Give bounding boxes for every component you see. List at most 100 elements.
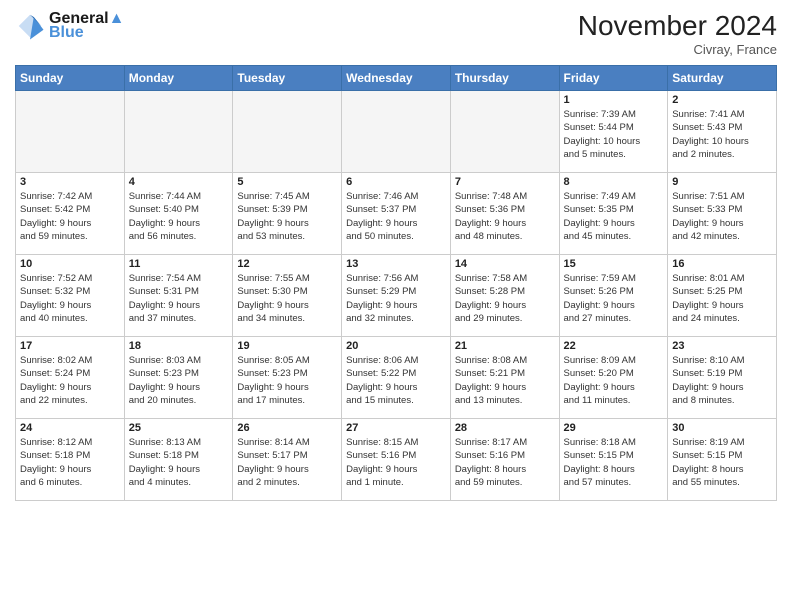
location: Civray, France	[578, 42, 777, 57]
day-number: 16	[672, 258, 772, 270]
calendar-cell: 28 Sunrise: 8:17 AMSunset: 5:16 PMDayligh…	[450, 419, 559, 501]
day-info: Sunrise: 7:46 AMSunset: 5:37 PMDaylight:…	[346, 190, 446, 243]
day-info: Sunrise: 7:51 AMSunset: 5:33 PMDaylight:…	[672, 190, 772, 243]
calendar-cell	[450, 91, 559, 173]
calendar-cell: 22 Sunrise: 8:09 AMSunset: 5:20 PMDayligh…	[559, 337, 668, 419]
day-info: Sunrise: 7:42 AMSunset: 5:42 PMDaylight:…	[20, 190, 120, 243]
day-number: 17	[20, 340, 120, 352]
day-number: 22	[564, 340, 664, 352]
day-info: Sunrise: 7:39 AMSunset: 5:44 PMDaylight:…	[564, 108, 664, 161]
day-info: Sunrise: 8:19 AMSunset: 5:15 PMDaylight:…	[672, 436, 772, 489]
day-info: Sunrise: 8:17 AMSunset: 5:16 PMDaylight:…	[455, 436, 555, 489]
calendar-cell: 3Sunrise: 7:42 AMSunset: 5:42 PMDaylight…	[16, 173, 125, 255]
day-info: Sunrise: 7:48 AMSunset: 5:36 PMDaylight:…	[455, 190, 555, 243]
calendar-cell: 5 Sunrise: 7:45 AMSunset: 5:39 PMDaylight…	[233, 173, 342, 255]
calendar-cell: 26 Sunrise: 8:14 AMSunset: 5:17 PMDayligh…	[233, 419, 342, 501]
day-info: Sunrise: 8:14 AMSunset: 5:17 PMDaylight:…	[237, 436, 337, 489]
weekday-header-friday: Friday	[559, 66, 668, 91]
day-info: Sunrise: 8:02 AMSunset: 5:24 PMDaylight:…	[20, 354, 120, 407]
calendar-table: SundayMondayTuesdayWednesdayThursdayFrid…	[15, 65, 777, 501]
day-number: 14	[455, 258, 555, 270]
day-number: 8	[564, 176, 664, 188]
day-info: Sunrise: 7:41 AMSunset: 5:43 PMDaylight:…	[672, 108, 772, 161]
day-info: Sunrise: 8:15 AMSunset: 5:16 PMDaylight:…	[346, 436, 446, 489]
weekday-header-monday: Monday	[124, 66, 233, 91]
calendar-cell: 1 Sunrise: 7:39 AMSunset: 5:44 PMDaylight…	[559, 91, 668, 173]
day-info: Sunrise: 7:59 AMSunset: 5:26 PMDaylight:…	[564, 272, 664, 325]
calendar-cell: 10 Sunrise: 7:52 AMSunset: 5:32 PMDayligh…	[16, 255, 125, 337]
calendar-cell: 8 Sunrise: 7:49 AMSunset: 5:35 PMDaylight…	[559, 173, 668, 255]
title-block: November 2024 Civray, France	[578, 10, 777, 57]
calendar-cell: 20Sunrise: 8:06 AMSunset: 5:22 PMDayligh…	[342, 337, 451, 419]
day-info: Sunrise: 8:12 AMSunset: 5:18 PMDaylight:…	[20, 436, 120, 489]
day-info: Sunrise: 8:05 AMSunset: 5:23 PMDaylight:…	[237, 354, 337, 407]
week-row-5: 24 Sunrise: 8:12 AMSunset: 5:18 PMDayligh…	[16, 419, 777, 501]
day-info: Sunrise: 8:13 AMSunset: 5:18 PMDaylight:…	[129, 436, 229, 489]
day-number: 26	[237, 422, 337, 434]
calendar-cell: 30 Sunrise: 8:19 AMSunset: 5:15 PMDayligh…	[668, 419, 777, 501]
day-info: Sunrise: 8:09 AMSunset: 5:20 PMDaylight:…	[564, 354, 664, 407]
day-info: Sunrise: 7:44 AMSunset: 5:40 PMDaylight:…	[129, 190, 229, 243]
calendar-cell	[124, 91, 233, 173]
calendar-cell: 7Sunrise: 7:48 AMSunset: 5:36 PMDaylight…	[450, 173, 559, 255]
day-number: 6	[346, 176, 446, 188]
day-info: Sunrise: 7:54 AMSunset: 5:31 PMDaylight:…	[129, 272, 229, 325]
calendar-cell	[233, 91, 342, 173]
page-container: General▲ Blue November 2024 Civray, Fran…	[0, 0, 792, 511]
day-number: 23	[672, 340, 772, 352]
calendar-cell: 21 Sunrise: 8:08 AMSunset: 5:21 PMDayligh…	[450, 337, 559, 419]
calendar-cell: 27Sunrise: 8:15 AMSunset: 5:16 PMDayligh…	[342, 419, 451, 501]
day-number: 29	[564, 422, 664, 434]
day-number: 1	[564, 94, 664, 106]
calendar-cell	[342, 91, 451, 173]
day-info: Sunrise: 7:49 AMSunset: 5:35 PMDaylight:…	[564, 190, 664, 243]
week-row-2: 3Sunrise: 7:42 AMSunset: 5:42 PMDaylight…	[16, 173, 777, 255]
day-info: Sunrise: 7:56 AMSunset: 5:29 PMDaylight:…	[346, 272, 446, 325]
month-title: November 2024	[578, 10, 777, 42]
day-number: 24	[20, 422, 120, 434]
weekday-header-saturday: Saturday	[668, 66, 777, 91]
weekday-header-thursday: Thursday	[450, 66, 559, 91]
calendar-cell: 23Sunrise: 8:10 AMSunset: 5:19 PMDayligh…	[668, 337, 777, 419]
calendar-cell: 13 Sunrise: 7:56 AMSunset: 5:29 PMDayligh…	[342, 255, 451, 337]
day-info: Sunrise: 8:08 AMSunset: 5:21 PMDaylight:…	[455, 354, 555, 407]
logo: General▲ Blue	[15, 10, 124, 42]
logo-icon	[15, 11, 45, 41]
calendar-cell: 18Sunrise: 8:03 AMSunset: 5:23 PMDayligh…	[124, 337, 233, 419]
day-number: 19	[237, 340, 337, 352]
day-number: 5	[237, 176, 337, 188]
calendar-cell: 19 Sunrise: 8:05 AMSunset: 5:23 PMDayligh…	[233, 337, 342, 419]
calendar-cell: 16 Sunrise: 8:01 AMSunset: 5:25 PMDayligh…	[668, 255, 777, 337]
day-number: 12	[237, 258, 337, 270]
day-info: Sunrise: 8:06 AMSunset: 5:22 PMDaylight:…	[346, 354, 446, 407]
day-info: Sunrise: 7:58 AMSunset: 5:28 PMDaylight:…	[455, 272, 555, 325]
week-row-1: 1 Sunrise: 7:39 AMSunset: 5:44 PMDaylight…	[16, 91, 777, 173]
day-number: 30	[672, 422, 772, 434]
day-number: 13	[346, 258, 446, 270]
day-info: Sunrise: 7:55 AMSunset: 5:30 PMDaylight:…	[237, 272, 337, 325]
day-number: 9	[672, 176, 772, 188]
weekday-header-sunday: Sunday	[16, 66, 125, 91]
calendar-cell: 11 Sunrise: 7:54 AMSunset: 5:31 PMDayligh…	[124, 255, 233, 337]
day-number: 10	[20, 258, 120, 270]
day-number: 4	[129, 176, 229, 188]
calendar-cell: 6 Sunrise: 7:46 AMSunset: 5:37 PMDaylight…	[342, 173, 451, 255]
calendar-cell: 25Sunrise: 8:13 AMSunset: 5:18 PMDayligh…	[124, 419, 233, 501]
day-info: Sunrise: 7:45 AMSunset: 5:39 PMDaylight:…	[237, 190, 337, 243]
logo-text: General▲ Blue	[49, 10, 124, 42]
weekday-header-row: SundayMondayTuesdayWednesdayThursdayFrid…	[16, 66, 777, 91]
calendar-cell: 15 Sunrise: 7:59 AMSunset: 5:26 PMDayligh…	[559, 255, 668, 337]
weekday-header-tuesday: Tuesday	[233, 66, 342, 91]
calendar-cell: 14 Sunrise: 7:58 AMSunset: 5:28 PMDayligh…	[450, 255, 559, 337]
calendar-cell	[16, 91, 125, 173]
day-number: 21	[455, 340, 555, 352]
day-info: Sunrise: 8:03 AMSunset: 5:23 PMDaylight:…	[129, 354, 229, 407]
day-info: Sunrise: 7:52 AMSunset: 5:32 PMDaylight:…	[20, 272, 120, 325]
day-number: 15	[564, 258, 664, 270]
day-number: 11	[129, 258, 229, 270]
calendar-cell: 12 Sunrise: 7:55 AMSunset: 5:30 PMDayligh…	[233, 255, 342, 337]
day-number: 28	[455, 422, 555, 434]
day-info: Sunrise: 8:01 AMSunset: 5:25 PMDaylight:…	[672, 272, 772, 325]
week-row-4: 17 Sunrise: 8:02 AMSunset: 5:24 PMDayligh…	[16, 337, 777, 419]
day-info: Sunrise: 8:18 AMSunset: 5:15 PMDaylight:…	[564, 436, 664, 489]
